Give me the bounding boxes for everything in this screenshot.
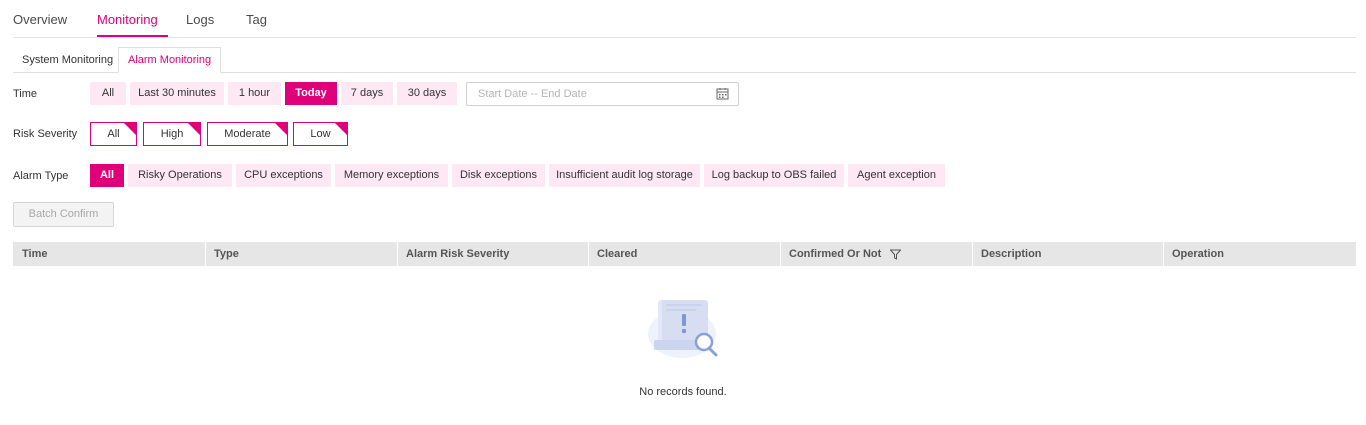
time-option-last-30-minutes[interactable]: Last 30 minutes bbox=[130, 82, 224, 105]
tab-monitoring[interactable]: Monitoring bbox=[97, 12, 158, 27]
risk-option-high[interactable]: High bbox=[143, 122, 201, 146]
filter-icon[interactable] bbox=[890, 249, 902, 260]
alarm-type-cpu-exceptions[interactable]: CPU exceptions bbox=[236, 164, 331, 187]
alarm-type-memory-exceptions[interactable]: Memory exceptions bbox=[335, 164, 448, 187]
sub-tabs: System Monitoring Alarm Monitoring bbox=[13, 47, 1356, 73]
no-records-illustration bbox=[648, 300, 718, 358]
tab-system-monitoring[interactable]: System Monitoring bbox=[13, 48, 122, 71]
batch-confirm-button[interactable]: Batch Confirm bbox=[13, 202, 114, 227]
alarm-type-disk-exceptions[interactable]: Disk exceptions bbox=[452, 164, 545, 187]
tab-tag[interactable]: Tag bbox=[246, 12, 267, 27]
date-range-picker[interactable]: Start Date -- End Date bbox=[466, 82, 739, 106]
checked-corner-icon bbox=[124, 123, 136, 135]
alarm-type-log-backup-to-obs-failed[interactable]: Log backup to OBS failed bbox=[704, 164, 844, 187]
column-header-type[interactable]: Type bbox=[205, 242, 239, 266]
checked-corner-icon bbox=[335, 123, 347, 135]
risk-option-low[interactable]: Low bbox=[293, 122, 348, 146]
risk-severity-label: Risk Severity bbox=[13, 128, 78, 140]
no-records-message: No records found. bbox=[639, 386, 727, 398]
column-header-confirmed-or-not[interactable]: Confirmed Or Not bbox=[780, 242, 902, 266]
risk-option-all[interactable]: All bbox=[90, 122, 137, 146]
risk-option-moderate[interactable]: Moderate bbox=[207, 122, 288, 146]
tab-logs[interactable]: Logs bbox=[186, 12, 214, 27]
column-header-alarm-risk-severity[interactable]: Alarm Risk Severity bbox=[397, 242, 509, 266]
alarm-type-agent-exception[interactable]: Agent exception bbox=[848, 164, 945, 187]
time-option-7-days[interactable]: 7 days bbox=[341, 82, 393, 105]
time-option-30-days[interactable]: 30 days bbox=[397, 82, 457, 105]
column-header-time[interactable]: Time bbox=[13, 242, 47, 266]
active-tab-indicator bbox=[97, 35, 168, 37]
risk-option-high-label: High bbox=[160, 128, 184, 140]
time-option-1-hour[interactable]: 1 hour bbox=[228, 82, 281, 105]
time-option-all[interactable]: All bbox=[90, 82, 126, 105]
alarm-type-risky-operations[interactable]: Risky Operations bbox=[128, 164, 232, 187]
alarm-type-label: Alarm Type bbox=[13, 170, 69, 182]
time-label: Time bbox=[13, 88, 38, 100]
checked-corner-icon bbox=[275, 123, 287, 135]
risk-option-all-label: All bbox=[107, 128, 120, 140]
column-header-operation[interactable]: Operation bbox=[1163, 242, 1224, 266]
calendar-icon[interactable] bbox=[716, 87, 729, 100]
top-tabs: Overview Monitoring Logs Tag bbox=[13, 0, 1356, 38]
tab-overview[interactable]: Overview bbox=[13, 12, 67, 27]
checked-corner-icon bbox=[188, 123, 200, 135]
alarm-type-all[interactable]: All bbox=[90, 164, 124, 187]
column-header-cleared[interactable]: Cleared bbox=[588, 242, 637, 266]
tab-alarm-monitoring[interactable]: Alarm Monitoring bbox=[118, 47, 222, 73]
column-header-description[interactable]: Description bbox=[972, 242, 1042, 266]
risk-option-low-label: Low bbox=[310, 128, 331, 140]
column-header-confirmed-or-not-label: Confirmed Or Not bbox=[789, 248, 882, 260]
date-range-placeholder: Start Date -- End Date bbox=[478, 88, 587, 100]
alarm-type-insufficient-audit-log-storage[interactable]: Insufficient audit log storage bbox=[549, 164, 700, 187]
time-option-today[interactable]: Today bbox=[285, 82, 337, 105]
risk-option-moderate-label: Moderate bbox=[224, 128, 271, 140]
table-header: Time Type Alarm Risk Severity Cleared Co… bbox=[13, 242, 1356, 266]
